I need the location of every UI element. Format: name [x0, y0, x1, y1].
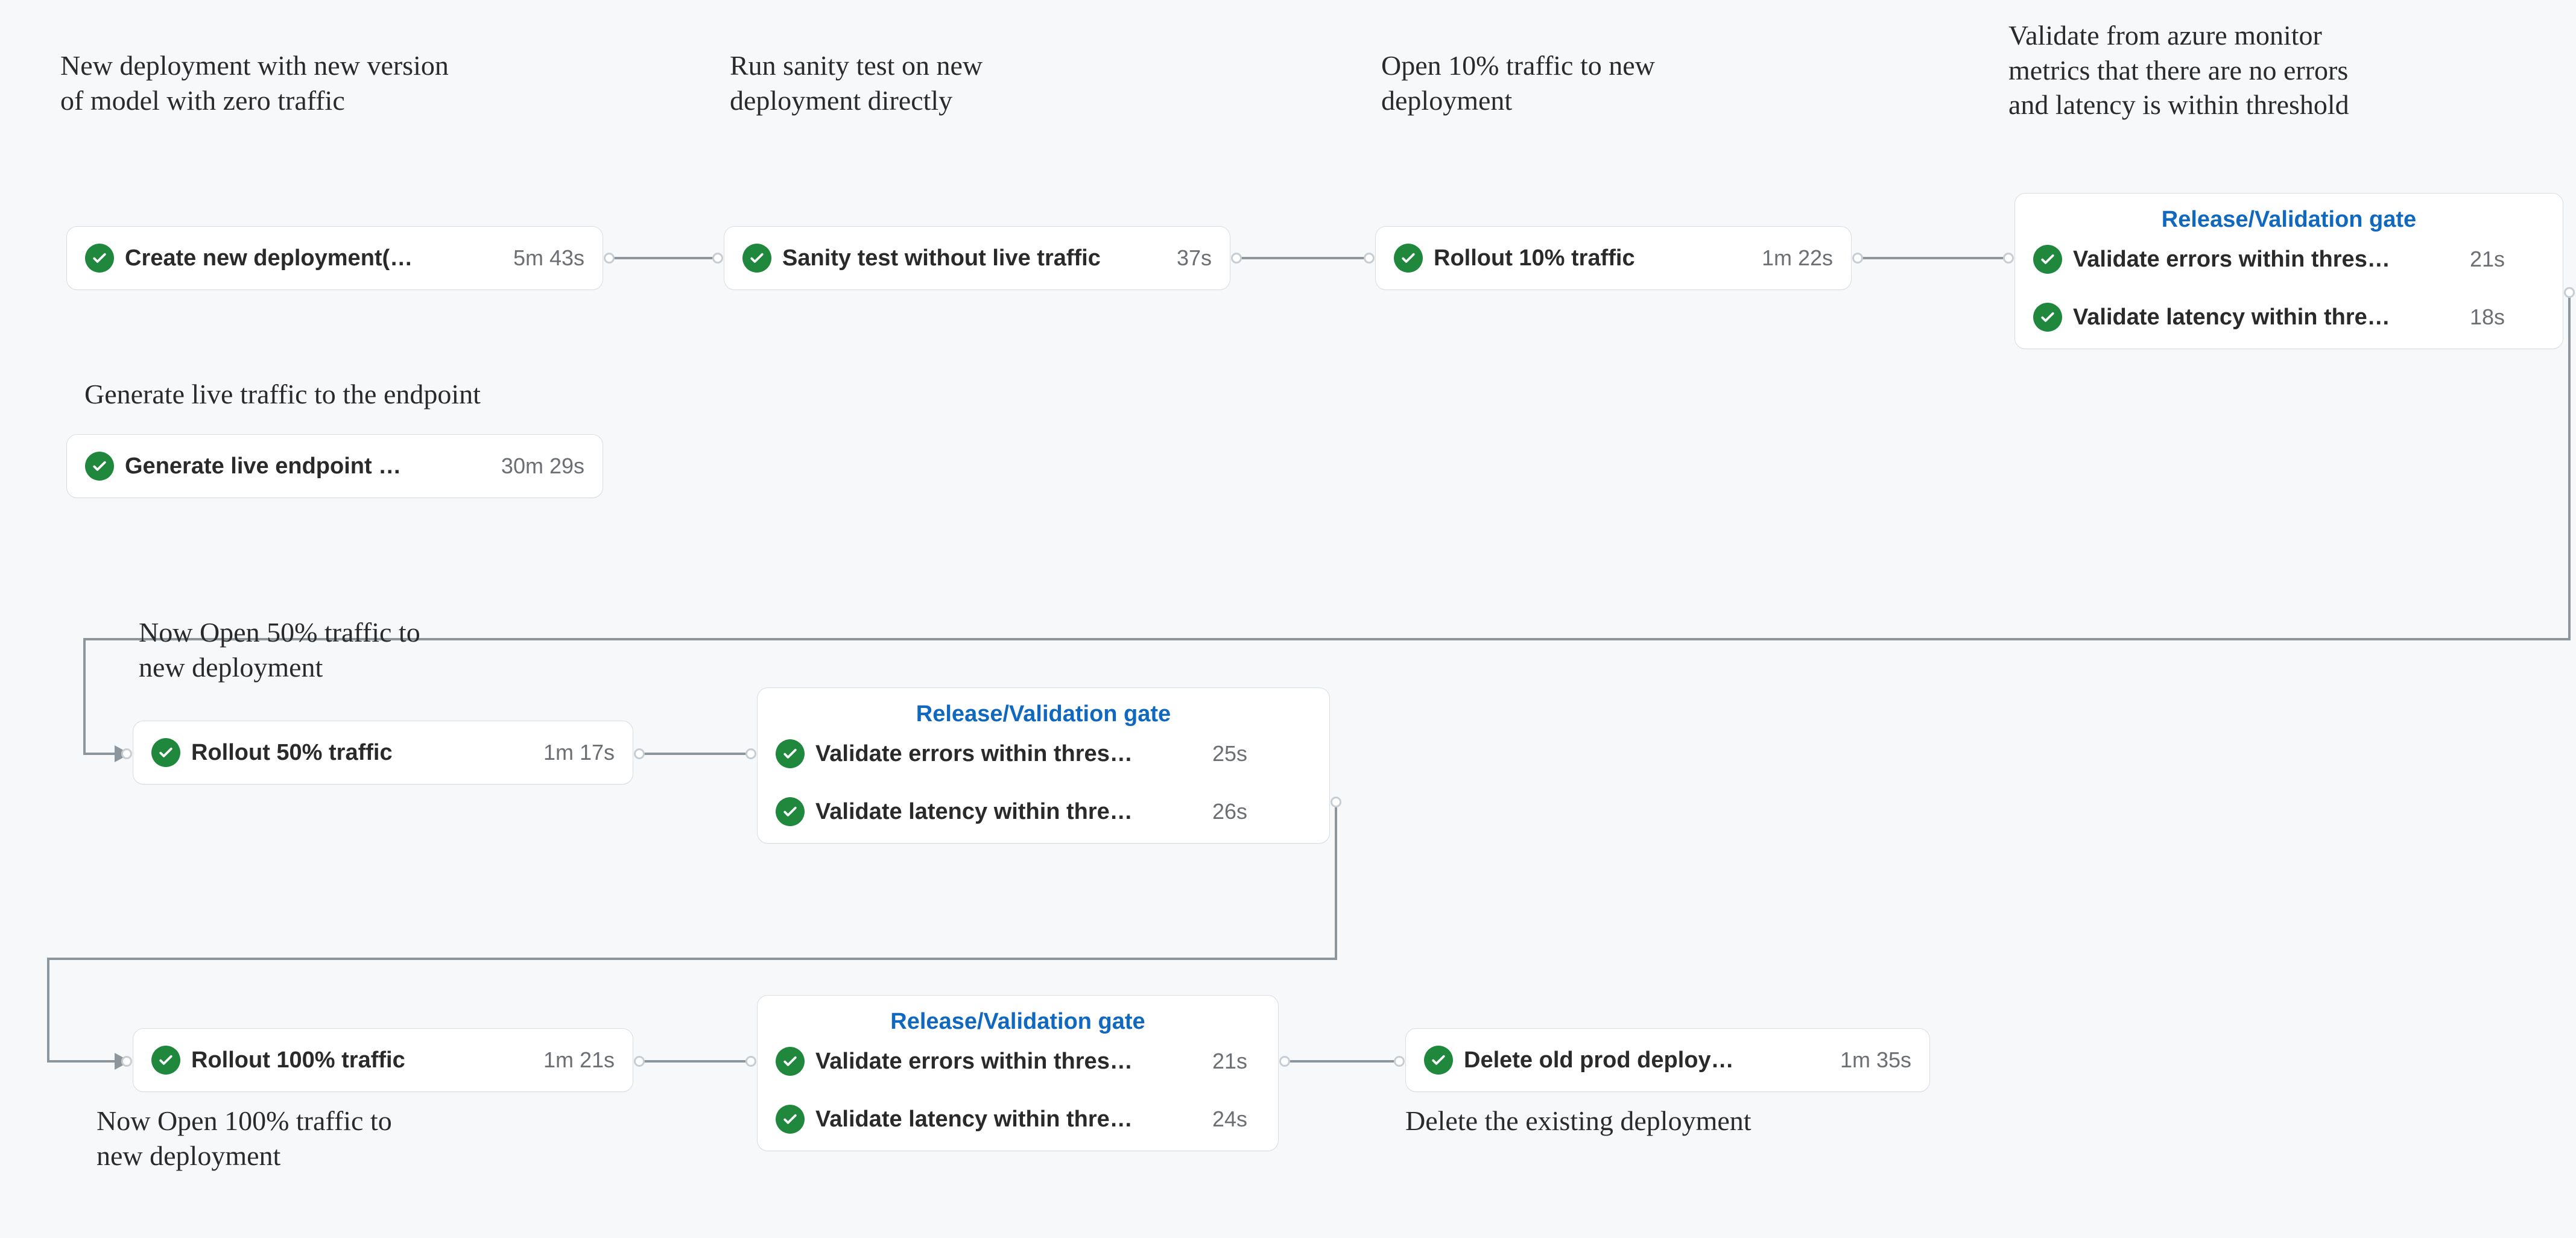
connector-dot [604, 253, 615, 264]
connector-dot [1279, 1056, 1290, 1067]
connector-dot [634, 1056, 645, 1067]
note-new-deployment: New deployment with new version of model… [60, 48, 663, 118]
step-generate-traffic[interactable]: Generate live endpoint … 30m 29s [66, 434, 603, 498]
success-icon [1394, 244, 1423, 273]
success-icon [742, 244, 771, 273]
note-delete: Delete the existing deployment [1405, 1104, 1948, 1139]
step-label: Delete old prod deploy… [1464, 1047, 1829, 1073]
step-duration: 26s [1212, 799, 1247, 824]
step-label: Validate latency within thre… [2073, 305, 2459, 330]
connector-dot [745, 1056, 756, 1067]
step-duration: 25s [1212, 741, 1247, 766]
success-icon [776, 1105, 805, 1134]
connector-dot [1364, 253, 1375, 264]
connector-dot [121, 748, 132, 759]
step-label: Validate errors within thres… [815, 741, 1201, 767]
success-icon [151, 738, 180, 767]
connector-dot [2003, 253, 2014, 264]
note-validate-metrics: Validate from azure monitor metrics that… [2008, 18, 2563, 122]
note-open-50: Now Open 50% traffic to new deployment [139, 615, 609, 684]
step-label: Generate live endpoint … [125, 453, 490, 479]
success-icon [776, 739, 805, 768]
step-label: Rollout 100% traffic [191, 1047, 533, 1073]
success-icon [2033, 245, 2062, 274]
note-generate-traffic: Generate live traffic to the endpoint [84, 377, 688, 412]
connector-dot [1231, 253, 1242, 264]
note-open-10: Open 10% traffic to new deployment [1381, 48, 1852, 118]
step-duration: 24s [1212, 1107, 1247, 1132]
step-label: Validate errors within thres… [2073, 247, 2459, 273]
gate-header: Release/Validation gate [776, 1009, 1260, 1035]
connector-dot [121, 1056, 132, 1067]
step-label: Rollout 10% traffic [1434, 245, 1751, 271]
step-sanity-test[interactable]: Sanity test without live traffic 37s [724, 226, 1230, 290]
step-duration: 21s [1212, 1049, 1247, 1074]
note-sanity: Run sanity test on new deployment direct… [730, 48, 1200, 118]
connector-dot [634, 748, 645, 759]
step-rollout-100[interactable]: Rollout 100% traffic 1m 21s [133, 1028, 633, 1092]
step-duration: 37s [1177, 245, 1212, 271]
step-duration: 5m 43s [513, 245, 584, 271]
step-duration: 1m 17s [543, 740, 615, 765]
step-label: Rollout 50% traffic [191, 740, 533, 766]
note-open-100: Now Open 100% traffic to new deployment [97, 1104, 567, 1173]
success-icon [85, 244, 114, 273]
gate-after-10[interactable]: Release/Validation gate Validate errors … [2014, 193, 2563, 349]
success-icon [2033, 303, 2062, 332]
success-icon [776, 1047, 805, 1076]
step-label: Validate latency within thre… [815, 799, 1201, 825]
success-icon [85, 452, 114, 481]
success-icon [776, 797, 805, 826]
step-rollout-50[interactable]: Rollout 50% traffic 1m 17s [133, 721, 633, 785]
gate-after-50[interactable]: Release/Validation gate Validate errors … [757, 687, 1330, 844]
step-rollout-10[interactable]: Rollout 10% traffic 1m 22s [1375, 226, 1852, 290]
step-delete-old[interactable]: Delete old prod deploy… 1m 35s [1405, 1028, 1930, 1092]
success-icon [151, 1046, 180, 1075]
step-create-deployment[interactable]: Create new deployment(… 5m 43s [66, 226, 603, 290]
step-duration: 30m 29s [501, 453, 584, 479]
success-icon [1424, 1046, 1453, 1075]
step-label: Validate latency within thre… [815, 1107, 1201, 1132]
connector-dot [712, 253, 723, 264]
step-label: Validate errors within thres… [815, 1049, 1201, 1075]
step-label: Sanity test without live traffic [782, 245, 1166, 271]
step-duration: 1m 35s [1840, 1047, 1911, 1073]
pipeline-diagram: New deployment with new version of model… [0, 0, 2576, 1238]
gate-header: Release/Validation gate [776, 701, 1311, 727]
connector-dot [745, 748, 756, 759]
step-duration: 1m 21s [543, 1047, 615, 1073]
connector-dot [1852, 253, 1863, 264]
connector-dot [2564, 287, 2575, 298]
gate-after-100[interactable]: Release/Validation gate Validate errors … [757, 995, 1279, 1151]
step-label: Create new deployment(… [125, 245, 502, 271]
step-duration: 21s [2470, 247, 2505, 272]
step-duration: 18s [2470, 305, 2505, 330]
step-duration: 1m 22s [1762, 245, 1833, 271]
connector-dot [1394, 1056, 1405, 1067]
gate-header: Release/Validation gate [2033, 207, 2545, 233]
connector-dot [1331, 797, 1341, 807]
